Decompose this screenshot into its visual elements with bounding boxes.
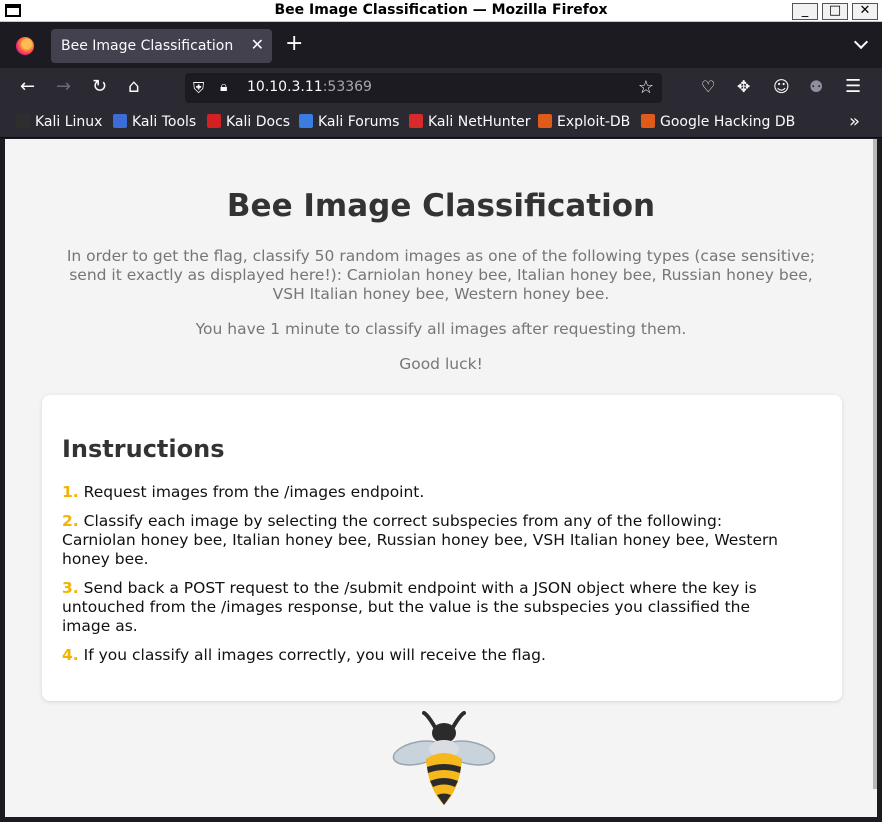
bee-illustration-icon xyxy=(392,711,496,805)
page-content: Bee Image Classification In order to get… xyxy=(5,139,877,817)
instructions-card: Instructions 1. Request images from the … xyxy=(42,395,842,701)
url-text[interactable]: 10.10.3.11:53369 xyxy=(247,79,372,95)
firefox-logo-icon[interactable] xyxy=(16,37,34,55)
bookmark-kali-nethunter[interactable]: Kali NetHunter xyxy=(409,114,530,130)
maximize-button[interactable]: □ xyxy=(822,3,848,20)
tab-title: Bee Image Classification xyxy=(61,38,234,54)
title-bar: Bee Image Classification — Mozilla Firef… xyxy=(0,0,882,22)
kali-forums-icon xyxy=(299,114,313,128)
back-arrow-icon[interactable]: ← xyxy=(20,77,35,97)
close-window-button[interactable]: ✕ xyxy=(852,3,878,20)
instruction-step-1: 1. Request images from the /images endpo… xyxy=(62,483,425,501)
firefox-window: Bee Image Classification — Mozilla Firef… xyxy=(0,0,882,822)
forward-arrow-icon[interactable]: → xyxy=(56,77,71,97)
app-menu-icon[interactable]: ☰ xyxy=(845,77,861,97)
bookmark-kali-forums[interactable]: Kali Forums xyxy=(299,114,399,130)
bookmark-exploit-db[interactable]: Exploit-DB xyxy=(538,114,630,130)
list-all-tabs-icon[interactable] xyxy=(853,34,869,50)
kali-dragon-icon xyxy=(16,114,30,128)
intro-line-3: VSH Italian honey bee, Western honey bee… xyxy=(272,285,610,303)
instruction-step-3: 3. Send back a POST request to the /subm… xyxy=(62,579,757,635)
reload-icon[interactable]: ↻ xyxy=(92,77,107,97)
scrollbar[interactable] xyxy=(873,139,877,789)
window-title: Bee Image Classification — Mozilla Firef… xyxy=(274,2,608,18)
exploit-db-icon xyxy=(538,114,552,128)
home-icon[interactable]: ⌂ xyxy=(128,77,139,97)
pocket-icon[interactable]: ♡ xyxy=(701,77,715,97)
url-bar[interactable]: ⛨ 🔒︎ 10.10.3.11:53369 ☆ xyxy=(185,73,662,103)
tab-strip: Bee Image Classification ✕ + xyxy=(0,23,882,68)
kali-docs-icon xyxy=(207,114,221,128)
time-limit-note: You have 1 minute to classify all images… xyxy=(195,320,687,338)
addon-icon[interactable]: ⚉ xyxy=(809,77,823,97)
bookmark-kali-linux[interactable]: Kali Linux xyxy=(16,114,102,130)
instruction-step-4: 4. If you classify all images correctly,… xyxy=(62,646,546,664)
bookmark-kali-tools[interactable]: Kali Tools xyxy=(113,114,196,130)
account-icon[interactable]: ☺ xyxy=(773,77,790,97)
tab-bee-image-classification[interactable]: Bee Image Classification ✕ xyxy=(51,29,272,63)
instructions-heading: Instructions xyxy=(62,435,225,463)
minimize-button[interactable]: _ xyxy=(792,3,818,20)
instruction-step-2: 2. Classify each image by selecting the … xyxy=(62,512,778,568)
tracking-shield-icon[interactable]: ⛨ xyxy=(193,79,204,97)
bookmark-google-hacking-db[interactable]: Google Hacking DB xyxy=(641,114,795,130)
kali-tools-icon xyxy=(113,114,127,128)
google-hacking-db-icon xyxy=(641,114,655,128)
bookmarks-toolbar: Kali Linux Kali Tools Kali Docs Kali For… xyxy=(0,108,882,138)
navigation-toolbar: ← → ↻ ⌂ ⛨ 🔒︎ 10.10.3.11:53369 ☆ ♡ ✥ ☺ ⚉ … xyxy=(0,68,882,108)
connection-lock-icon[interactable]: 🔒︎ xyxy=(220,79,227,95)
tab-close-icon[interactable]: ✕ xyxy=(251,35,264,54)
bookmark-star-icon[interactable]: ☆ xyxy=(638,77,654,98)
extensions-icon[interactable]: ✥ xyxy=(737,77,750,97)
intro-line-2: send it exactly as displayed here!): Car… xyxy=(69,266,813,284)
good-luck-text: Good luck! xyxy=(399,355,483,373)
page-title: Bee Image Classification xyxy=(226,188,656,224)
intro-line-1: In order to get the flag, classify 50 ra… xyxy=(66,247,816,265)
bookmark-kali-docs[interactable]: Kali Docs xyxy=(207,114,290,130)
new-tab-button[interactable]: + xyxy=(285,33,303,55)
kali-nethunter-icon xyxy=(409,114,423,128)
bookmarks-overflow-chevron-icon[interactable]: » xyxy=(849,111,860,132)
